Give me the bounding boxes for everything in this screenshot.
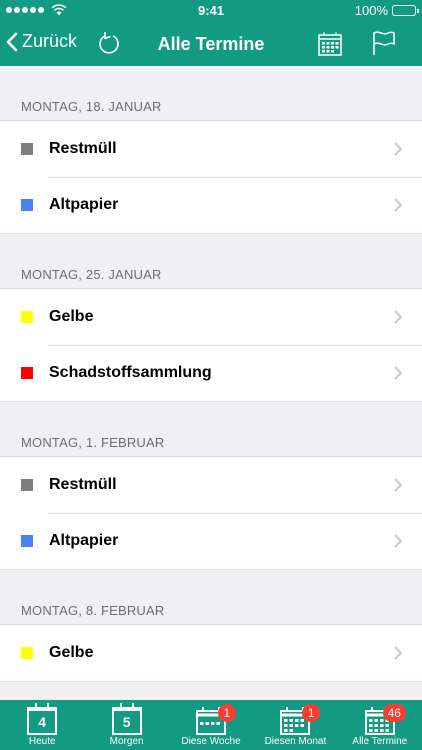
flag-button[interactable] xyxy=(372,30,396,61)
tab-label: Heute xyxy=(28,736,56,747)
section-1: MONTAG, 18. JANUAR Restmüll Altpapier xyxy=(0,66,422,234)
tab-label: Diese Woche xyxy=(181,736,241,747)
section-header: MONTAG, 1. FEBRUAR xyxy=(21,435,165,450)
color-swatch xyxy=(21,647,33,659)
tab-alle-termine[interactable]: 46 Alle Termine xyxy=(338,700,422,750)
item-label: Gelbe xyxy=(49,644,94,661)
chevron-right-icon xyxy=(394,646,402,660)
battery-percent: 100% xyxy=(354,3,388,18)
item-label: Restmüll xyxy=(49,140,117,157)
back-button[interactable]: Zurück xyxy=(6,31,77,52)
refresh-icon xyxy=(99,32,119,54)
calendar-button[interactable] xyxy=(318,32,342,61)
section-header: MONTAG, 8. FEBRUAR xyxy=(21,603,165,618)
list-item[interactable]: Altpapier xyxy=(0,177,422,233)
appointment-list[interactable]: MONTAG, 18. JANUAR Restmüll Altpapier MO… xyxy=(0,66,422,700)
item-label: Schadstoffsammlung xyxy=(49,364,212,381)
color-swatch xyxy=(21,311,33,323)
tab-bar: 4 Heute 5 Morgen 1 Diese Woche 1 Diesen … xyxy=(0,700,422,750)
chevron-right-icon xyxy=(394,142,402,156)
list-item[interactable]: Restmüll xyxy=(0,121,422,177)
battery-icon xyxy=(392,5,419,16)
tab-diese-woche[interactable]: 1 Diese Woche xyxy=(169,700,253,750)
item-label: Restmüll xyxy=(49,476,117,493)
flag-icon xyxy=(373,31,395,55)
list-item[interactable]: Gelbe xyxy=(0,625,422,681)
back-label: Zurück xyxy=(22,31,78,51)
notification-badge: 1 xyxy=(302,704,321,722)
section-4: MONTAG, 8. FEBRUAR Gelbe xyxy=(0,570,422,682)
color-swatch xyxy=(21,367,33,379)
list-item[interactable]: Altpapier xyxy=(0,513,422,569)
status-bar: 9:41 100% xyxy=(0,0,422,22)
section-header: MONTAG, 25. JANUAR xyxy=(21,267,162,282)
color-swatch xyxy=(21,479,33,491)
section-2: MONTAG, 25. JANUAR Gelbe Schadstoffsamml… xyxy=(0,234,422,402)
section-3: MONTAG, 1. FEBRUAR Restmüll Altpapier xyxy=(0,402,422,570)
tab-label: Diesen Monat xyxy=(264,736,327,747)
calendar-icon xyxy=(318,32,342,56)
chevron-right-icon xyxy=(394,534,402,548)
nav-bar: Zurück Alle Termine xyxy=(0,22,422,66)
tab-label: Alle Termine xyxy=(352,736,408,747)
chevron-right-icon xyxy=(394,198,402,212)
list-item[interactable]: Schadstoffsammlung xyxy=(0,345,422,401)
top-bar: 9:41 100% Zurück Alle Termine xyxy=(0,0,422,66)
color-swatch xyxy=(21,143,33,155)
list-item[interactable]: Gelbe xyxy=(0,289,422,345)
chevron-right-icon xyxy=(394,366,402,380)
refresh-button[interactable] xyxy=(98,31,122,62)
item-label: Altpapier xyxy=(49,196,119,213)
item-label: Altpapier xyxy=(49,532,119,549)
calendar-day-icon: 5 xyxy=(111,703,142,735)
tab-label: Morgen xyxy=(109,736,144,747)
tab-heute[interactable]: 4 Heute xyxy=(0,700,84,750)
list-item[interactable]: Restmüll xyxy=(0,457,422,513)
section-header: MONTAG, 18. JANUAR xyxy=(21,99,162,114)
notification-badge: 1 xyxy=(217,704,236,722)
tab-diesen-monat[interactable]: 1 Diesen Monat xyxy=(253,700,337,750)
color-swatch xyxy=(21,199,33,211)
notification-badge: 46 xyxy=(382,704,406,722)
color-swatch xyxy=(21,535,33,547)
chevron-right-icon xyxy=(394,478,402,492)
item-label: Gelbe xyxy=(49,308,94,325)
tab-morgen[interactable]: 5 Morgen xyxy=(84,700,168,750)
chevron-right-icon xyxy=(394,310,402,324)
chevron-left-icon xyxy=(6,32,18,51)
calendar-day-icon: 4 xyxy=(27,703,58,735)
